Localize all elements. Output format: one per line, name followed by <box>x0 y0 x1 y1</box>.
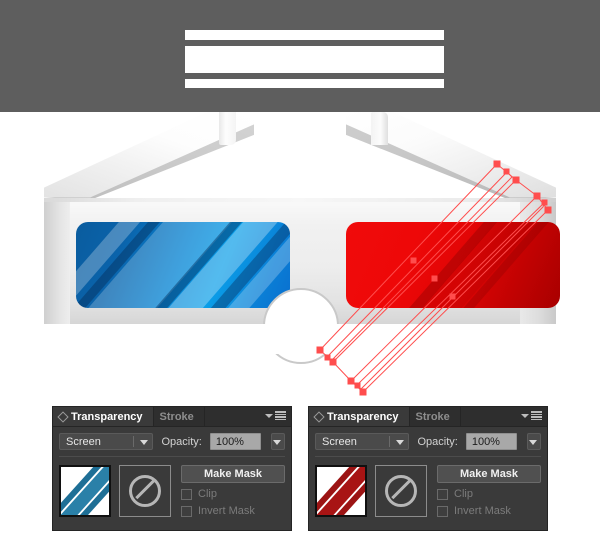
glasses-nose-cover <box>255 324 347 354</box>
lens-left-stripes <box>76 222 290 308</box>
mask-controls: Make Mask Clip Invert Mask <box>179 465 285 517</box>
opacity-value: 100% <box>215 435 244 448</box>
white-bar-3 <box>185 79 444 88</box>
opacity-label: Opacity: <box>161 435 202 448</box>
hamburger-icon <box>275 411 286 420</box>
make-mask-button[interactable]: Make Mask <box>181 465 285 483</box>
white-bar-2 <box>185 46 444 73</box>
chevron-down-icon <box>265 413 273 418</box>
opacity-input[interactable]: 100% <box>465 433 517 450</box>
chevron-down-icon <box>140 439 149 445</box>
panel-menu-button[interactable] <box>521 411 542 420</box>
clip-checkbox-row[interactable]: Clip <box>181 488 285 500</box>
chevron-down-icon <box>529 439 537 445</box>
tab-stroke-label: Stroke <box>159 410 194 423</box>
glasses-hinge-left <box>219 112 236 145</box>
panel-menu-button[interactable] <box>265 411 286 420</box>
glasses-hinge-right <box>371 112 388 145</box>
blend-mode-select[interactable]: Screen <box>59 433 154 450</box>
opacity-input[interactable]: 100% <box>209 433 261 450</box>
chevron-down-icon <box>273 439 281 445</box>
object-thumbnail[interactable] <box>315 465 367 517</box>
blend-opacity-row: Screen Opacity: 100% <box>309 427 547 454</box>
glasses-frame-top-edge <box>44 198 556 202</box>
top-dark-band <box>0 0 600 112</box>
clip-label: Clip <box>454 488 473 500</box>
blend-mode-select[interactable]: Screen <box>315 433 410 450</box>
tab-transparency-label: Transparency <box>327 410 399 423</box>
tab-stroke[interactable]: Stroke <box>154 407 205 426</box>
invert-mask-label: Invert Mask <box>198 505 255 517</box>
tab-transparency[interactable]: Transparency <box>309 407 410 426</box>
tab-transparency[interactable]: Transparency <box>53 407 154 426</box>
opacity-dropdown-button[interactable] <box>526 433 541 450</box>
invert-mask-checkbox-row[interactable]: Invert Mask <box>181 505 285 517</box>
glasses-frame-left-shade <box>44 198 70 324</box>
clip-checkbox[interactable] <box>437 488 448 500</box>
mask-thumbnail[interactable] <box>119 465 171 517</box>
no-mask-icon <box>385 475 417 507</box>
tab-transparency-label: Transparency <box>71 410 143 423</box>
clip-checkbox[interactable] <box>181 488 192 500</box>
blend-mode-value: Screen <box>322 435 357 448</box>
mask-row: Make Mask Clip Invert Mask <box>53 457 291 523</box>
make-mask-button[interactable]: Make Mask <box>437 465 541 483</box>
mask-row: Make Mask Clip Invert Mask <box>309 457 547 523</box>
mask-controls: Make Mask Clip Invert Mask <box>435 465 541 517</box>
tab-stroke-label: Stroke <box>415 410 450 423</box>
white-bar-1 <box>185 30 444 40</box>
transparency-panel-left: Transparency Stroke Screen Opacity: 100% <box>52 406 292 531</box>
object-thumbnail[interactable] <box>59 465 111 517</box>
lens-right-red <box>346 222 560 308</box>
blend-mode-value: Screen <box>66 435 101 448</box>
chevron-down-icon <box>521 413 529 418</box>
panel-grip-diamond-icon <box>57 410 69 423</box>
invert-mask-checkbox-row[interactable]: Invert Mask <box>437 505 541 517</box>
select-divider <box>389 436 391 447</box>
mask-thumbnail[interactable] <box>375 465 427 517</box>
invert-mask-checkbox[interactable] <box>181 505 192 517</box>
clip-checkbox-row[interactable]: Clip <box>437 488 541 500</box>
panel-tab-bar: Transparency Stroke <box>309 407 547 427</box>
select-divider <box>133 436 135 447</box>
chevron-down-icon <box>396 439 405 445</box>
lens-right-stripes <box>346 222 560 308</box>
blend-opacity-row: Screen Opacity: 100% <box>53 427 291 454</box>
tab-stroke[interactable]: Stroke <box>410 407 461 426</box>
opacity-dropdown-button[interactable] <box>270 433 285 450</box>
opacity-value: 100% <box>471 435 500 448</box>
invert-mask-label: Invert Mask <box>454 505 511 517</box>
transparency-panel-right: Transparency Stroke Screen Opacity: 100% <box>308 406 548 531</box>
panel-tab-bar: Transparency Stroke <box>53 407 291 427</box>
no-mask-icon <box>129 475 161 507</box>
opacity-label: Opacity: <box>417 435 458 448</box>
glasses-artwork <box>0 112 600 392</box>
clip-label: Clip <box>198 488 217 500</box>
lens-left-blue <box>76 222 290 308</box>
hamburger-icon <box>531 411 542 420</box>
invert-mask-checkbox[interactable] <box>437 505 448 517</box>
panel-grip-diamond-icon <box>313 410 325 423</box>
